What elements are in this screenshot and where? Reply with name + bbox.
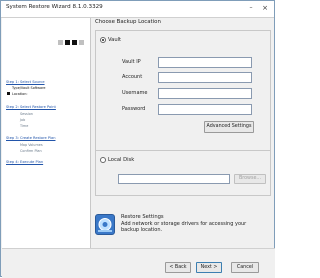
browse-button[interactable]: Browse... [234, 174, 266, 184]
minimize-icon[interactable]: – [247, 4, 255, 12]
vault-group: Vault Vault IP Account Username Password… [95, 30, 271, 154]
step-1-subitem-location: Location: [12, 92, 28, 96]
vault-ip-label: Vault IP [122, 59, 141, 65]
wizard-window: System Restore Wizard 8.1.0.3329 – × Ste… [0, 0, 275, 278]
password-label: Password [122, 106, 146, 112]
step-1-link[interactable]: Step 1: Select Source [6, 80, 45, 84]
wizard-footer: < Back Next > Cancel [2, 248, 275, 278]
username-label: Username [122, 90, 148, 96]
local-disk-radio-label[interactable]: Local Disk [108, 157, 134, 163]
back-button[interactable]: < Back [165, 262, 191, 273]
step-2-subitem-job: Job [20, 118, 26, 122]
step-2-subitem-session: Session [20, 112, 33, 116]
restore-settings-description: Add network or storage drivers for acces… [121, 221, 247, 234]
title-bar: System Restore Wizard 8.1.0.3329 – × [1, 1, 274, 18]
restore-settings-title: Restore Settings [121, 214, 164, 220]
restore-settings-icon[interactable] [95, 214, 115, 235]
current-item-bullet-icon [7, 92, 10, 95]
step-4-link[interactable]: Step 4: Execute Plan [6, 160, 43, 164]
page-title: Choose Backup Location [95, 19, 161, 25]
main-panel: Choose Backup Location Vault Vault IP Ac… [91, 18, 275, 246]
local-disk-radio[interactable] [100, 157, 106, 163]
close-icon[interactable]: × [261, 4, 269, 12]
advanced-settings-button[interactable]: Advanced Settings [204, 121, 254, 133]
local-disk-group: Local Disk Browse... [95, 150, 271, 196]
step-1-subitem-type: Type/Vault Software [12, 86, 46, 90]
vault-radio[interactable] [100, 37, 106, 43]
wizard-sidebar: Step 1: Select Source Type/Vault Softwar… [2, 18, 91, 248]
step-3-link[interactable]: Step 3: Create Restore Plan [6, 136, 55, 140]
step-3-subitem-confirm-plan: Confirm Plan [20, 149, 42, 153]
next-button[interactable]: Next > [196, 262, 222, 273]
step-2-subitem-time: Time [20, 124, 29, 128]
account-label: Account [122, 74, 143, 80]
local-path-field[interactable] [118, 174, 230, 184]
account-field[interactable] [158, 72, 252, 83]
password-field[interactable] [158, 104, 252, 115]
step-2-link[interactable]: Step 2: Select Restore Point [6, 105, 56, 109]
vault-radio-label[interactable]: Vault [108, 37, 121, 43]
cancel-button[interactable]: Cancel [231, 262, 259, 273]
restore-settings-row: Restore Settings Add network or storage … [95, 214, 271, 240]
username-field[interactable] [158, 88, 252, 99]
window-title: System Restore Wizard 8.1.0.3329 [6, 4, 103, 10]
vault-ip-field[interactable] [158, 57, 252, 68]
step-3-subitem-map-volumes: Map Volumes [20, 143, 43, 147]
